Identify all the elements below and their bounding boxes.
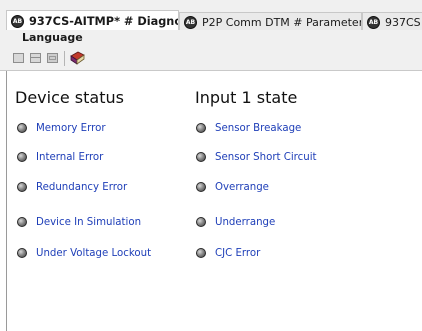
tab-p2p-parameter[interactable]: AB P2P Comm DTM # Parameter [179,12,362,31]
diagnosis-panel [0,71,422,331]
toolbar-separator [64,51,65,66]
status-led-icon [196,123,206,133]
status-label: Device In Simulation [36,216,142,228]
device-ab-icon: AB [184,15,197,29]
status-under-voltage-lockout: Under Voltage Lockout [17,246,151,260]
input-state-title: Input 1 state [195,88,298,107]
status-label: Under Voltage Lockout [36,247,152,259]
status-led-icon [196,217,206,227]
status-led-icon [17,123,27,133]
status-led-icon [196,152,206,162]
status-label: Memory Error [36,122,106,134]
status-label: Redundancy Error [36,181,128,193]
input-cjc-error: CJC Error [196,246,260,260]
tab-937cs-label: 937CS [385,15,421,29]
input-label: Underrange [215,216,276,228]
tab-diagnosis-label: 937CS-AITMP* # Diagnosis [29,14,178,28]
book-icon[interactable] [70,51,85,65]
toolbar [0,47,422,71]
status-memory-error: Memory Error [17,121,106,135]
status-led-icon [17,182,27,192]
status-led-icon [196,248,206,258]
device-ab-icon: AB [11,14,24,28]
menu-bar: Language [0,30,422,47]
input-label: Overrange [215,181,269,193]
menu-language[interactable]: Language [22,31,83,44]
status-led-icon [17,152,27,162]
input-overrange: Overrange [196,180,269,194]
input-sensor-short-circuit: Sensor Short Circuit [196,150,317,164]
status-internal-error: Internal Error [17,150,103,164]
status-led-icon [196,182,206,192]
tab-diagnosis[interactable]: AB 937CS-AITMP* # Diagnosis [6,10,179,31]
tab-p2p-parameter-label: P2P Comm DTM # Parameter [202,15,362,29]
input-underrange: Underrange [196,215,275,229]
tab-937cs[interactable]: AB 937CS [362,12,422,31]
status-redundancy-error: Redundancy Error [17,180,127,194]
panel-border [6,71,7,331]
panel-view-icon[interactable] [47,53,58,63]
status-label: Internal Error [36,151,104,163]
input-label: Sensor Short Circuit [215,151,317,163]
window-icon[interactable] [13,53,24,63]
status-led-icon [17,217,27,227]
status-device-in-simulation: Device In Simulation [17,215,141,229]
split-view-icon[interactable] [30,53,41,63]
device-status-title: Device status [15,88,124,107]
input-sensor-breakage: Sensor Breakage [196,121,301,135]
tab-bar: AB 937CS-AITMP* # Diagnosis AB P2P Comm … [0,0,422,31]
input-label: CJC Error [215,247,261,259]
status-led-icon [17,248,27,258]
device-ab-icon: AB [367,15,380,29]
input-label: Sensor Breakage [215,122,302,134]
